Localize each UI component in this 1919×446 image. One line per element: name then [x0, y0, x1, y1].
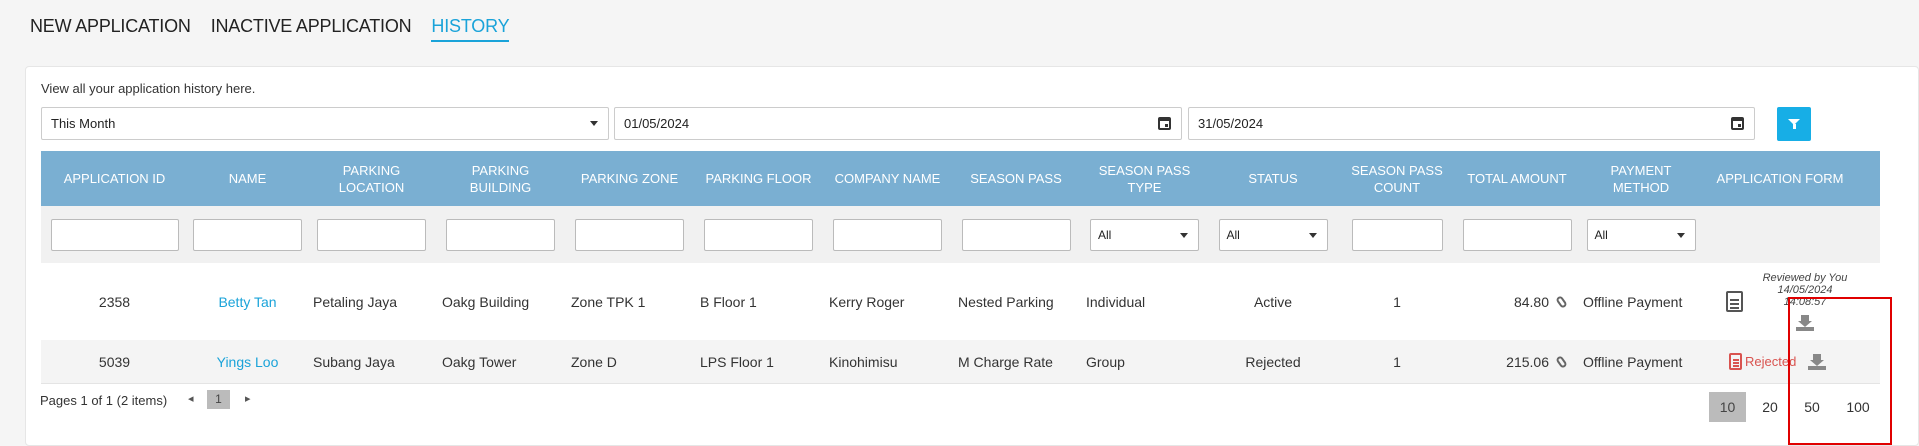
column-header[interactable]: NAME	[188, 151, 307, 206]
table-row: 5039 Yings Loo Subang Jaya Oakg Tower Zo…	[41, 340, 1880, 384]
application-id: 5039	[98, 353, 131, 370]
parking-floor: LPS Floor 1	[700, 353, 774, 370]
parking-location-filter[interactable]	[317, 218, 426, 251]
company-name: Kinohimisu	[829, 353, 898, 370]
payment-method-select[interactable]: All	[1586, 218, 1696, 251]
tab-history[interactable]: HISTORY	[431, 16, 510, 42]
parking-floor: B Floor 1	[700, 293, 757, 310]
parking-floor-filter[interactable]	[704, 218, 813, 251]
total-amount: 215.06	[1506, 353, 1549, 370]
column-header[interactable]: PAYMENT METHOD	[1577, 151, 1705, 206]
total-amount: 84.80	[1513, 293, 1549, 310]
chevron-down-icon	[590, 121, 598, 126]
attachment-icon[interactable]	[1555, 294, 1568, 309]
calendar-icon[interactable]	[1731, 117, 1744, 130]
application-id: 2358	[98, 293, 131, 310]
company-name-filter[interactable]	[833, 218, 942, 251]
season-pass-count: 1	[1393, 353, 1401, 370]
reviewed-by-label: Reviewed by You	[1762, 272, 1848, 284]
date-to-field[interactable]: 31/05/2024	[1188, 107, 1755, 140]
tab-new-application[interactable]: NEW APPLICATION	[30, 16, 191, 42]
season-pass-type: Individual	[1086, 293, 1146, 310]
tab-inactive-application[interactable]: INACTIVE APPLICATION	[211, 16, 412, 42]
company-name: Kerry Roger	[829, 293, 905, 310]
column-header[interactable]: SEASON PASS COUNT	[1337, 151, 1457, 206]
page-size-20[interactable]: 20	[1755, 392, 1785, 422]
parking-location: Subang Jaya	[313, 353, 395, 370]
next-page-icon[interactable]: ▸	[245, 392, 251, 405]
calendar-icon[interactable]	[1158, 117, 1171, 130]
filter-button[interactable]	[1777, 107, 1811, 141]
season-pass: Nested Parking	[958, 293, 1054, 310]
reviewed-date: 14/05/2024	[1777, 284, 1833, 296]
season-pass-type-select[interactable]: All	[1090, 218, 1199, 251]
season-pass-filter[interactable]	[961, 218, 1071, 251]
status-select[interactable]: All	[1218, 218, 1328, 251]
attachment-icon[interactable]	[1555, 354, 1568, 369]
highlight-box	[1788, 297, 1892, 445]
status-value: All	[1226, 227, 1240, 242]
parking-zone-filter[interactable]	[575, 218, 684, 251]
column-header[interactable]: TOTAL AMOUNT	[1457, 151, 1577, 206]
pager-info: Pages 1 of 1 (2 items)	[40, 393, 168, 408]
chevron-down-icon	[1180, 232, 1188, 238]
page-1-button[interactable]: 1	[207, 390, 230, 409]
date-from-field[interactable]: 01/05/2024	[614, 107, 1182, 140]
date-to-value: 31/05/2024	[1198, 116, 1264, 131]
page-size-50[interactable]: 50	[1797, 392, 1827, 422]
status: Active	[1253, 293, 1293, 310]
applicant-name-link[interactable]: Betty Tan	[218, 294, 276, 310]
column-header[interactable]: PARKING FLOOR	[694, 151, 823, 206]
history-hint: View all your application history here.	[41, 81, 256, 96]
status: Rejected	[1245, 353, 1301, 370]
column-header[interactable]: STATUS	[1209, 151, 1337, 206]
season-pass-type: Group	[1086, 353, 1125, 370]
prev-page-icon[interactable]: ◂	[188, 392, 194, 405]
application-id-filter[interactable]	[50, 218, 179, 251]
parking-building: Oakg Tower	[442, 353, 517, 370]
name-filter[interactable]	[193, 218, 302, 251]
rejected-document-icon[interactable]	[1729, 353, 1742, 370]
column-header[interactable]: COMPANY NAME	[823, 151, 952, 206]
column-header[interactable]: APPLICATION FORM	[1705, 151, 1855, 206]
parking-zone: Zone TPK 1	[571, 293, 646, 310]
history-table: APPLICATION ID NAME PARKING LOCATION PAR…	[41, 151, 1880, 384]
payment-method: Offline Payment	[1583, 353, 1683, 370]
total-amount-filter[interactable]	[1462, 218, 1572, 251]
season-pass-count: 1	[1393, 293, 1401, 310]
history-card: View all your application history here. …	[25, 66, 1919, 446]
document-icon[interactable]	[1726, 291, 1743, 312]
period-select[interactable]: This Month	[41, 107, 609, 140]
column-header[interactable]: SEASON PASS TYPE	[1080, 151, 1209, 206]
parking-building: Oakg Building	[442, 293, 530, 310]
season-pass-count-filter[interactable]	[1351, 218, 1443, 251]
date-from-value: 01/05/2024	[624, 116, 690, 131]
column-header[interactable]: PARKING ZONE	[565, 151, 694, 206]
column-header[interactable]: PARKING BUILDING	[436, 151, 565, 206]
season-pass-type-value: All	[1098, 227, 1112, 242]
page-size-100[interactable]: 100	[1838, 392, 1878, 422]
table-header: APPLICATION ID NAME PARKING LOCATION PAR…	[41, 151, 1880, 206]
column-header[interactable]: SEASON PASS	[952, 151, 1080, 206]
column-header[interactable]: APPLICATION ID	[41, 151, 188, 206]
period-select-value: This Month	[51, 116, 116, 131]
tab-bar: NEW APPLICATION INACTIVE APPLICATION HIS…	[30, 16, 529, 42]
table-row: 2358 Betty Tan Petaling Jaya Oakg Buildi…	[41, 263, 1880, 340]
column-header[interactable]: PARKING LOCATION	[307, 151, 436, 206]
filter-row: All All All	[41, 206, 1880, 263]
applicant-name-link[interactable]: Yings Loo	[217, 354, 279, 370]
parking-location: Petaling Jaya	[313, 293, 398, 310]
season-pass: M Charge Rate	[958, 353, 1053, 370]
payment-method-value: All	[1594, 227, 1608, 242]
page-size-10[interactable]: 10	[1709, 392, 1746, 422]
parking-building-filter[interactable]	[446, 218, 555, 251]
payment-method: Offline Payment	[1583, 293, 1683, 310]
parking-zone: Zone D	[571, 353, 617, 370]
chevron-down-icon	[1308, 232, 1317, 238]
chevron-down-icon	[1676, 232, 1685, 238]
